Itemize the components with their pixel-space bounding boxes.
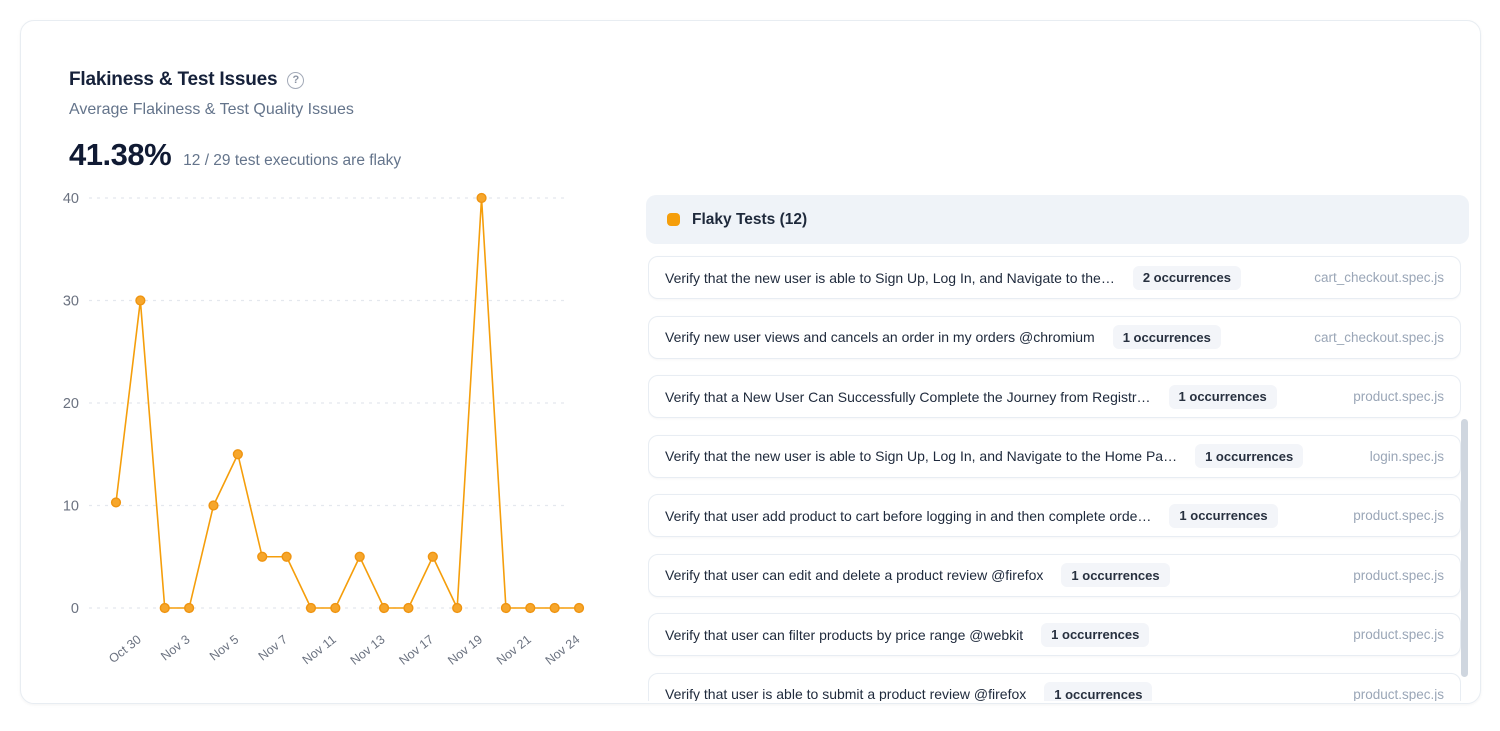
test-name: Verify that user can edit and delete a p… — [665, 567, 1043, 583]
data-point[interactable] — [185, 604, 194, 613]
y-axis-tick-label: 20 — [63, 396, 79, 412]
flaky-test-row[interactable]: Verify that user add product to cart bef… — [648, 494, 1461, 537]
flaky-test-row[interactable]: Verify that a New User Can Successfully … — [648, 375, 1461, 418]
list-scrollbar-thumb[interactable] — [1461, 419, 1468, 677]
spec-file-label: cart_checkout.spec.js — [1300, 270, 1444, 285]
spec-file-label: product.spec.js — [1339, 627, 1444, 642]
data-point[interactable] — [453, 604, 462, 613]
y-axis-tick-label: 40 — [63, 191, 79, 207]
occurrences-badge: 1 occurrences — [1195, 444, 1303, 468]
data-point[interactable] — [112, 498, 121, 507]
flaky-test-list: Verify that the new user is able to Sign… — [648, 247, 1461, 701]
data-point[interactable] — [307, 604, 316, 613]
x-axis-tick-label: Nov 3 — [158, 632, 192, 663]
data-point[interactable] — [550, 604, 559, 613]
test-name: Verify that user is able to submit a pro… — [665, 686, 1026, 701]
x-axis-tick-label: Nov 21 — [494, 632, 534, 667]
occurrences-badge: 1 occurrences — [1113, 325, 1221, 349]
flaky-test-row[interactable]: Verify new user views and cancels an ord… — [648, 316, 1461, 359]
spec-file-label: cart_checkout.spec.js — [1300, 330, 1444, 345]
x-axis-tick-label: Nov 17 — [396, 632, 436, 667]
data-point[interactable] — [380, 604, 389, 613]
data-point[interactable] — [477, 194, 486, 203]
data-point[interactable] — [282, 552, 291, 561]
data-point[interactable] — [575, 604, 584, 613]
data-point[interactable] — [428, 552, 437, 561]
data-point[interactable] — [258, 552, 267, 561]
occurrences-badge: 1 occurrences — [1061, 563, 1169, 587]
flaky-test-row[interactable]: Verify that user can filter products by … — [648, 613, 1461, 656]
occurrences-badge: 2 occurrences — [1133, 266, 1241, 290]
occurrences-badge: 1 occurrences — [1044, 682, 1152, 701]
x-axis-tick-label: Nov 5 — [207, 632, 241, 663]
flakiness-card: Flakiness & Test Issues ? Average Flakin… — [20, 20, 1481, 704]
y-axis-tick-label: 0 — [71, 601, 79, 617]
data-point[interactable] — [233, 450, 242, 459]
spec-file-label: product.spec.js — [1339, 687, 1444, 702]
data-point[interactable] — [526, 604, 535, 613]
occurrences-badge: 1 occurrences — [1169, 385, 1277, 409]
flaky-test-row[interactable]: Verify that user can edit and delete a p… — [648, 554, 1461, 597]
flaky-test-row[interactable]: Verify that the new user is able to Sign… — [648, 256, 1461, 299]
test-name: Verify that user add product to cart bef… — [665, 508, 1151, 524]
flaky-test-row[interactable]: Verify that user is able to submit a pro… — [648, 673, 1461, 702]
test-name: Verify that user can filter products by … — [665, 627, 1023, 643]
data-point[interactable] — [355, 552, 364, 561]
spec-file-label: product.spec.js — [1339, 508, 1444, 523]
spec-file-label: product.spec.js — [1339, 389, 1444, 404]
y-axis-tick-label: 10 — [63, 499, 79, 515]
y-axis-tick-label: 30 — [63, 294, 79, 310]
spec-file-label: product.spec.js — [1339, 568, 1444, 583]
x-axis-tick-label: Nov 13 — [348, 632, 388, 667]
panel-title: Flaky Tests (12) — [692, 211, 807, 229]
spec-file-label: login.spec.js — [1356, 449, 1444, 464]
occurrences-badge: 1 occurrences — [1041, 623, 1149, 647]
flakiness-line-chart: 40 30 20 10 0 Oct 30 Nov 3 Nov 5 Nov 7 Nov 11 Nov … — [21, 21, 641, 721]
data-point[interactable] — [404, 604, 413, 613]
test-name: Verify that the new user is able to Sign… — [665, 448, 1177, 464]
data-point[interactable] — [160, 604, 169, 613]
flaky-tests-panel-header: Flaky Tests (12) — [646, 195, 1469, 244]
x-axis-tick-label: Oct 30 — [106, 632, 144, 666]
x-axis-tick-label: Nov 11 — [300, 632, 339, 667]
test-name: Verify new user views and cancels an ord… — [665, 329, 1095, 345]
data-point[interactable] — [136, 296, 145, 305]
data-point[interactable] — [209, 501, 218, 510]
test-name: Verify that the new user is able to Sign… — [665, 270, 1115, 286]
data-point[interactable] — [502, 604, 511, 613]
occurrences-badge: 1 occurrences — [1169, 504, 1277, 528]
legend-swatch-icon — [667, 213, 680, 226]
x-axis-tick-label: Nov 19 — [445, 632, 485, 667]
data-point[interactable] — [331, 604, 340, 613]
x-axis-tick-label: Nov 24 — [543, 632, 583, 667]
test-name: Verify that a New User Can Successfully … — [665, 389, 1151, 405]
flaky-test-row[interactable]: Verify that the new user is able to Sign… — [648, 435, 1461, 478]
x-axis-tick-label: Nov 7 — [256, 632, 290, 663]
